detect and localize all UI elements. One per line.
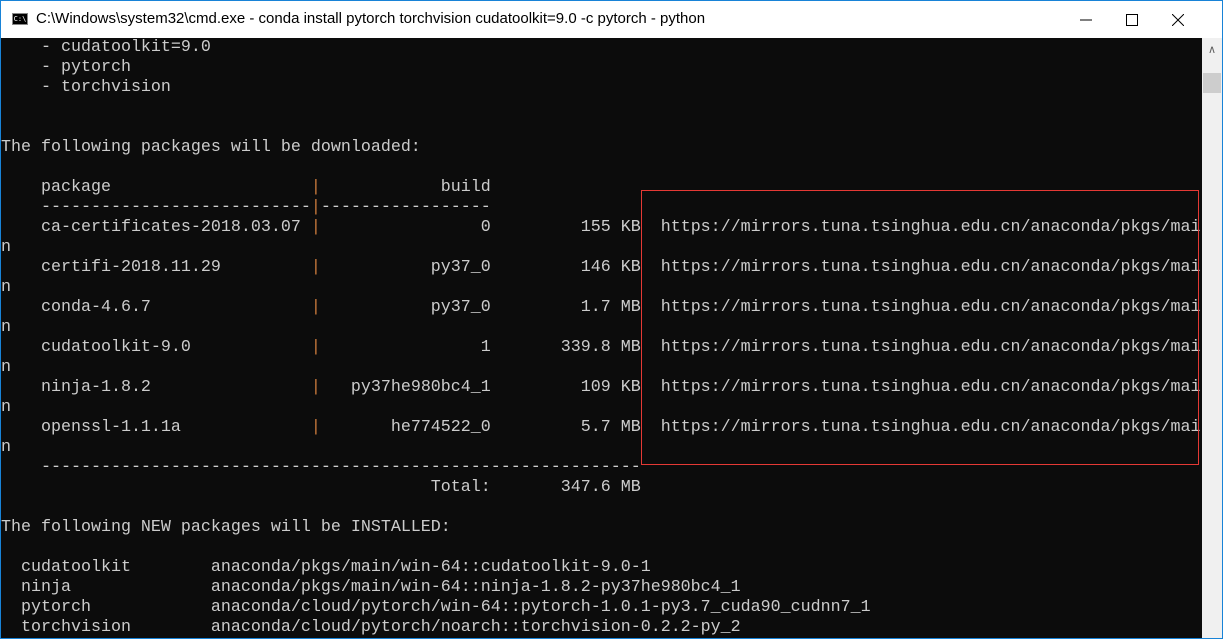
column-separator: | [310,378,321,397]
console-text-segment: n [1,438,11,457]
console-text-segment: - pytorch [1,58,131,77]
console-text-segment: build [320,178,491,197]
install-row: torchvision anaconda/cloud/pytorch/noarc… [1,618,1202,638]
console-text-segment: ca-certificates-2018.03.07 [1,218,311,237]
console-text-segment: --------------------------- [1,198,311,217]
install-row: ninja anaconda/pkgs/main/win-64::ninja-1… [1,578,1202,598]
title-bar[interactable]: C:\ C:\Windows\system32\cmd.exe - conda … [1,1,1222,38]
install-row: cudatoolkit anaconda/pkgs/main/win-64::c… [1,558,1202,578]
column-separator: | [310,258,321,277]
console-text-segment: n [1,278,11,297]
close-button[interactable] [1155,1,1201,38]
console-text-segment: The following NEW packages will be INSTA… [1,518,451,537]
table-row: ca-certificates-2018.03.07 | 0 155 KB ht… [1,218,1202,238]
console-text-segment: The following packages will be downloade… [1,138,421,157]
wrapped-line: n [1,438,1202,458]
console-text-segment: n [1,398,11,417]
console-text-segment: certifi-2018.11.29 [1,258,311,277]
cmd-app-icon: C:\ [12,13,28,25]
section-heading: The following NEW packages will be INSTA… [1,518,1202,538]
column-separator: | [310,218,321,237]
console-text-segment: py37_0 146 KB https://mirrors.tuna.tsing… [320,258,1201,277]
console-text-segment: Total: 347.6 MB [1,478,641,497]
console-text-segment: cudatoolkit anaconda/pkgs/main/win-64::c… [1,558,651,577]
spec-line: - cudatoolkit=9.0 [1,38,1202,58]
console-text-segment: py37_0 1.7 MB https://mirrors.tuna.tsing… [320,298,1201,317]
wrapped-line: n [1,238,1202,258]
console-text-segment: torchvision anaconda/cloud/pytorch/noarc… [1,618,741,637]
table-row: ninja-1.8.2 | py37he980bc4_1 109 KB http… [1,378,1202,398]
column-separator: | [310,178,321,197]
console-text-segment: 0 155 KB https://mirrors.tuna.tsinghua.e… [320,218,1201,237]
console-text-segment: conda-4.6.7 [1,298,311,317]
column-separator: | [310,338,321,357]
console-text-segment: package [1,178,311,197]
spec-line: - pytorch [1,58,1202,78]
terminal-output[interactable]: - cudatoolkit=9.0 - pytorch - torchvisio… [1,38,1202,638]
table-row: certifi-2018.11.29 | py37_0 146 KB https… [1,258,1202,278]
table-divider: ----------------------------------------… [1,458,1202,478]
console-text-segment: cudatoolkit-9.0 [1,338,311,357]
console-text-segment: he774522_0 5.7 MB https://mirrors.tuna.t… [320,418,1201,437]
console-text-segment: n [1,358,11,377]
scroll-up-icon[interactable]: ∧ [1202,43,1222,56]
install-row: pytorch anaconda/cloud/pytorch/win-64::p… [1,598,1202,618]
console-text-segment: n [1,318,11,337]
section-heading: The following packages will be downloade… [1,138,1202,158]
total-row: Total: 347.6 MB [1,478,1202,498]
column-separator: | [310,298,321,317]
table-row: conda-4.6.7 | py37_0 1.7 MB https://mirr… [1,298,1202,318]
console-text-segment: - cudatoolkit=9.0 [1,38,211,57]
wrapped-line: n [1,358,1202,378]
console-text: - cudatoolkit=9.0 - pytorch - torchvisio… [1,38,1202,638]
close-icon [1172,13,1184,26]
cmd-window: C:\ C:\Windows\system32\cmd.exe - conda … [0,0,1223,639]
maximize-button[interactable] [1109,1,1155,38]
minimize-button[interactable] [1063,1,1109,38]
spec-line: - torchvision [1,78,1202,98]
wrapped-line: n [1,278,1202,298]
column-separator: | [310,198,321,217]
vertical-scrollbar[interactable]: ∧ [1202,38,1222,638]
minimize-icon [1080,19,1092,20]
window-title: C:\Windows\system32\cmd.exe - conda inst… [36,10,706,27]
table-row: cudatoolkit-9.0 | 1 339.8 MB https://mir… [1,338,1202,358]
console-text-segment: ninja anaconda/pkgs/main/win-64::ninja-1… [1,578,741,597]
console-text-segment: 1 339.8 MB https://mirrors.tuna.tsinghua… [320,338,1201,357]
console-text-segment: n [1,238,11,257]
scrollbar-thumb[interactable] [1203,73,1221,93]
maximize-icon [1126,13,1138,26]
console-text-segment: openssl-1.1.1a [1,418,311,437]
table-header: package | build [1,178,1202,198]
console-text-segment: ----------------- [320,198,491,217]
column-separator: | [310,418,321,437]
wrapped-line: n [1,398,1202,418]
console-text-segment: ninja-1.8.2 [1,378,311,397]
table-row: openssl-1.1.1a | he774522_0 5.7 MB https… [1,418,1202,438]
console-text-segment: py37he980bc4_1 109 KB https://mirrors.tu… [320,378,1201,397]
console-text-segment: pytorch anaconda/cloud/pytorch/win-64::p… [1,598,871,617]
table-divider: ---------------------------|------------… [1,198,1202,218]
wrapped-line: n [1,318,1202,338]
console-text-segment: - torchvision [1,78,171,97]
console-text-segment: ----------------------------------------… [1,458,641,477]
